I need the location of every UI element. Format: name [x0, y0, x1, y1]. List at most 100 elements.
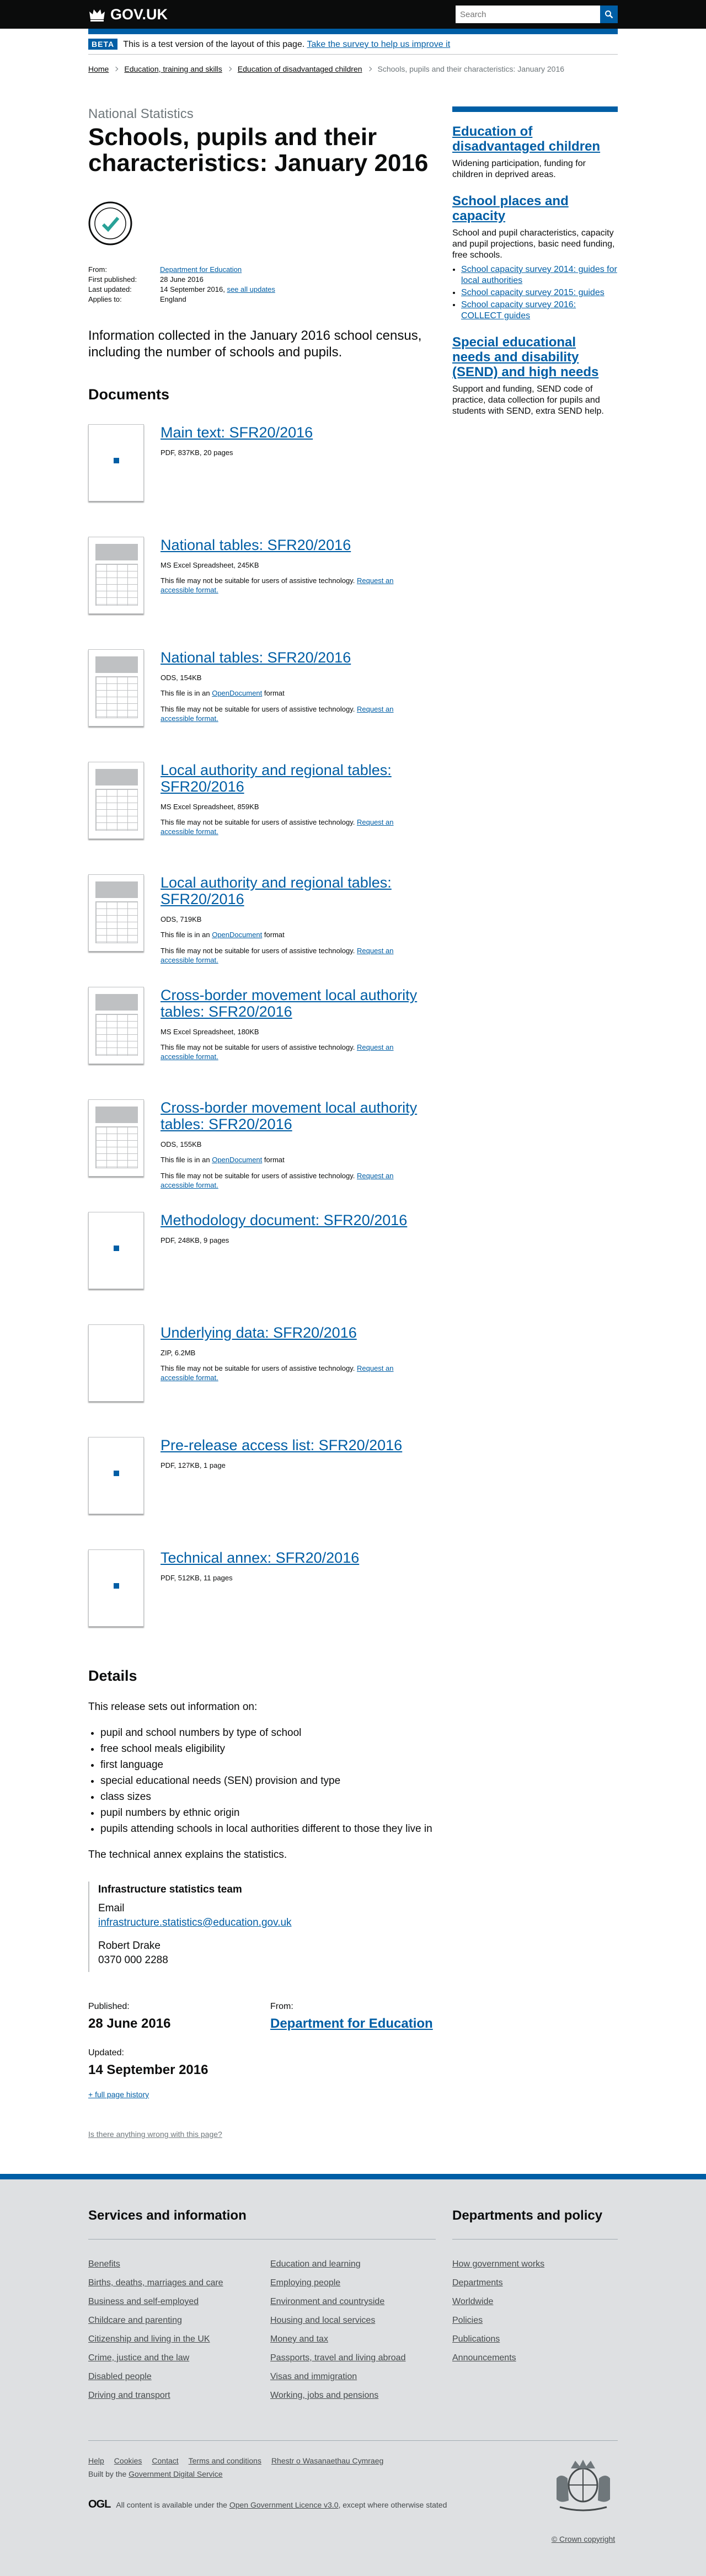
royal-coat-of-arms-icon	[557, 2460, 610, 2511]
from-label: From:	[270, 2002, 293, 2011]
chevron-right-icon	[367, 66, 372, 72]
footer-department-link[interactable]: How government works	[452, 2259, 618, 2269]
footer-service-link[interactable]: Crime, justice and the law	[88, 2353, 270, 2363]
spreadsheet-thumbnail-icon[interactable]	[88, 1099, 144, 1177]
document-thumbnail-icon[interactable]	[88, 1437, 144, 1514]
govuk-logo-link[interactable]: GOV.UK	[88, 6, 168, 23]
footer-service-link[interactable]: Money and tax	[270, 2334, 436, 2344]
chevron-right-icon	[227, 66, 232, 72]
from-department-link[interactable]: Department for Education	[270, 2016, 433, 2031]
sidebar-link-send[interactable]: Special educational needs and disability…	[452, 335, 618, 380]
attachment-title-link[interactable]: National tables: SFR20/2016	[161, 649, 420, 666]
meta-from-link[interactable]: Department for Education	[160, 265, 242, 274]
crown-icon	[89, 9, 105, 22]
main-content: National Statistics Schools, pupils and …	[88, 106, 436, 2139]
accessibility-text: This file may not be suitable for users …	[161, 576, 355, 585]
footer-service-link[interactable]: Childcare and parenting	[88, 2316, 270, 2326]
footer-meta-link[interactable]: Rhestr o Wasanaethau Cymraeg	[271, 2456, 383, 2465]
breadcrumb-current: Schools, pupils and their characteristic…	[377, 65, 565, 73]
attachment-title-link[interactable]: Underlying data: SFR20/2016	[161, 1324, 420, 1341]
attachment-title-link[interactable]: Local authority and regional tables: SFR…	[161, 874, 420, 907]
sidebar-sublink[interactable]: School capacity survey 2015: guides	[461, 288, 605, 297]
footer-service-link[interactable]: Employing people	[270, 2278, 436, 2288]
attachment-title-link[interactable]: National tables: SFR20/2016	[161, 537, 420, 553]
footer-department-link[interactable]: Departments	[452, 2278, 618, 2288]
search-input[interactable]	[456, 6, 600, 23]
beta-tag: BETA	[88, 39, 118, 50]
opendocument-link[interactable]: OpenDocument	[212, 689, 262, 697]
spreadsheet-thumbnail-icon[interactable]	[88, 537, 144, 614]
attachment-details: Main text: SFR20/2016 PDF, 837KB, 20 page…	[161, 424, 420, 457]
search-button[interactable]	[600, 6, 618, 23]
footer-service-link[interactable]: Disabled people	[88, 2372, 270, 2382]
footer-service-link[interactable]: Environment and countryside	[270, 2297, 436, 2307]
footer-service-link[interactable]: Visas and immigration	[270, 2372, 436, 2382]
attachment-title-link[interactable]: Main text: SFR20/2016	[161, 424, 420, 441]
attachment-title-link[interactable]: Pre-release access list: SFR20/2016	[161, 1437, 420, 1453]
footer-services-heading: Services and information	[88, 2208, 436, 2240]
footer-service-link[interactable]: Education and learning	[270, 2259, 436, 2269]
footer-department-link[interactable]: Worldwide	[452, 2297, 618, 2307]
footer-department-link[interactable]: Policies	[452, 2316, 618, 2326]
footer-department-link[interactable]: Publications	[452, 2334, 618, 2344]
odf-prefix: This file is in an	[161, 1156, 210, 1164]
attachment-title-link[interactable]: Local authority and regional tables: SFR…	[161, 762, 420, 795]
report-problem-link[interactable]: Is there anything wrong with this page?	[88, 2130, 436, 2139]
list-item: first language	[100, 1757, 436, 1773]
attachment-title-link[interactable]: Cross-border movement local authority ta…	[161, 987, 420, 1020]
spreadsheet-thumbnail-icon[interactable]	[88, 762, 144, 839]
spreadsheet-thumbnail-icon[interactable]	[88, 1324, 144, 1402]
footer-service-link[interactable]: Benefits	[88, 2259, 270, 2269]
sidebar-link-school-places[interactable]: School places and capacity	[452, 194, 618, 223]
footer-service-link[interactable]: Housing and local services	[270, 2316, 436, 2326]
spreadsheet-thumbnail-icon[interactable]	[88, 649, 144, 726]
attachment-title-link[interactable]: Technical annex: SFR20/2016	[161, 1549, 420, 1566]
breadcrumb-disadvantaged[interactable]: Education of disadvantaged children	[238, 65, 362, 73]
opendocument-link[interactable]: OpenDocument	[212, 931, 262, 939]
footer-service-link[interactable]: Driving and transport	[88, 2391, 270, 2401]
footer-service-link[interactable]: Citizenship and living in the UK	[88, 2334, 270, 2344]
ogl-logo-icon: OGL	[88, 2498, 111, 2510]
spreadsheet-thumbnail-icon[interactable]	[88, 987, 144, 1064]
opendocument-link[interactable]: OpenDocument	[212, 1156, 262, 1164]
list-item: pupil and school numbers by type of scho…	[100, 1725, 436, 1741]
breadcrumb-home[interactable]: Home	[88, 65, 109, 73]
full-page-history-link[interactable]: + full page history	[88, 2090, 436, 2099]
contact-team: Infrastructure statistics team	[98, 1884, 242, 1895]
ogl-link[interactable]: Open Government Licence v3.0	[229, 2500, 339, 2509]
publication-meta: Published: 28 June 2016 From: Department…	[88, 2002, 436, 2078]
footer-meta-link[interactable]: Cookies	[114, 2456, 142, 2465]
breadcrumb-education[interactable]: Education, training and skills	[124, 65, 222, 73]
footer-department-link[interactable]: Announcements	[452, 2353, 618, 2363]
footer-service-link[interactable]: Births, deaths, marriages and care	[88, 2278, 270, 2288]
attachment-title-link[interactable]: Cross-border movement local authority ta…	[161, 1099, 420, 1132]
accessibility-note: This file may not be suitable for users …	[161, 576, 420, 595]
see-all-updates-link[interactable]: see all updates	[227, 285, 275, 293]
crown-copyright-link[interactable]: © Crown copyright	[552, 2535, 615, 2543]
gds-link[interactable]: Government Digital Service	[129, 2470, 222, 2478]
sidebar-sublink[interactable]: School capacity survey 2014: guides for …	[461, 265, 617, 285]
attachment-meta: PDF, 837KB, 20 pages	[161, 448, 233, 457]
attachment-details: Methodology document: SFR20/2016 PDF, 248…	[161, 1212, 420, 1244]
page-title: Schools, pupils and their characteristic…	[88, 124, 429, 177]
attachment-meta: ZIP, 6.2MB	[161, 1349, 196, 1357]
sheet-grid-icon	[95, 789, 138, 831]
contact-email-link[interactable]: infrastructure.statistics@education.gov.…	[98, 1917, 292, 1928]
footer-service-link[interactable]: Passports, travel and living abroad	[270, 2353, 436, 2363]
licence-prefix: All content is available under the	[116, 2500, 227, 2509]
footer-service-link[interactable]: Business and self-employed	[88, 2297, 270, 2307]
sidebar-link-disadvantaged[interactable]: Education of disadvantaged children	[452, 124, 618, 154]
spreadsheet-thumbnail-icon[interactable]	[88, 874, 144, 952]
footer-meta-link[interactable]: Terms and conditions	[189, 2456, 261, 2465]
attachment-title-link[interactable]: Methodology document: SFR20/2016	[161, 1212, 420, 1228]
footer-service-link[interactable]: Working, jobs and pensions	[270, 2391, 436, 2401]
footer-meta-link[interactable]: Help	[88, 2456, 104, 2465]
accessibility-text: This file may not be suitable for users …	[161, 1364, 355, 1372]
beta-survey-link[interactable]: Take the survey to help us improve it	[307, 40, 450, 49]
document-thumbnail-icon[interactable]	[88, 424, 144, 501]
document-thumbnail-icon[interactable]	[88, 1212, 144, 1289]
sidebar-sublink[interactable]: School capacity survey 2016: COLLECT gui…	[461, 300, 576, 320]
sheet-header-icon	[95, 1107, 138, 1123]
document-thumbnail-icon[interactable]	[88, 1549, 144, 1627]
footer-meta-link[interactable]: Contact	[152, 2456, 178, 2465]
